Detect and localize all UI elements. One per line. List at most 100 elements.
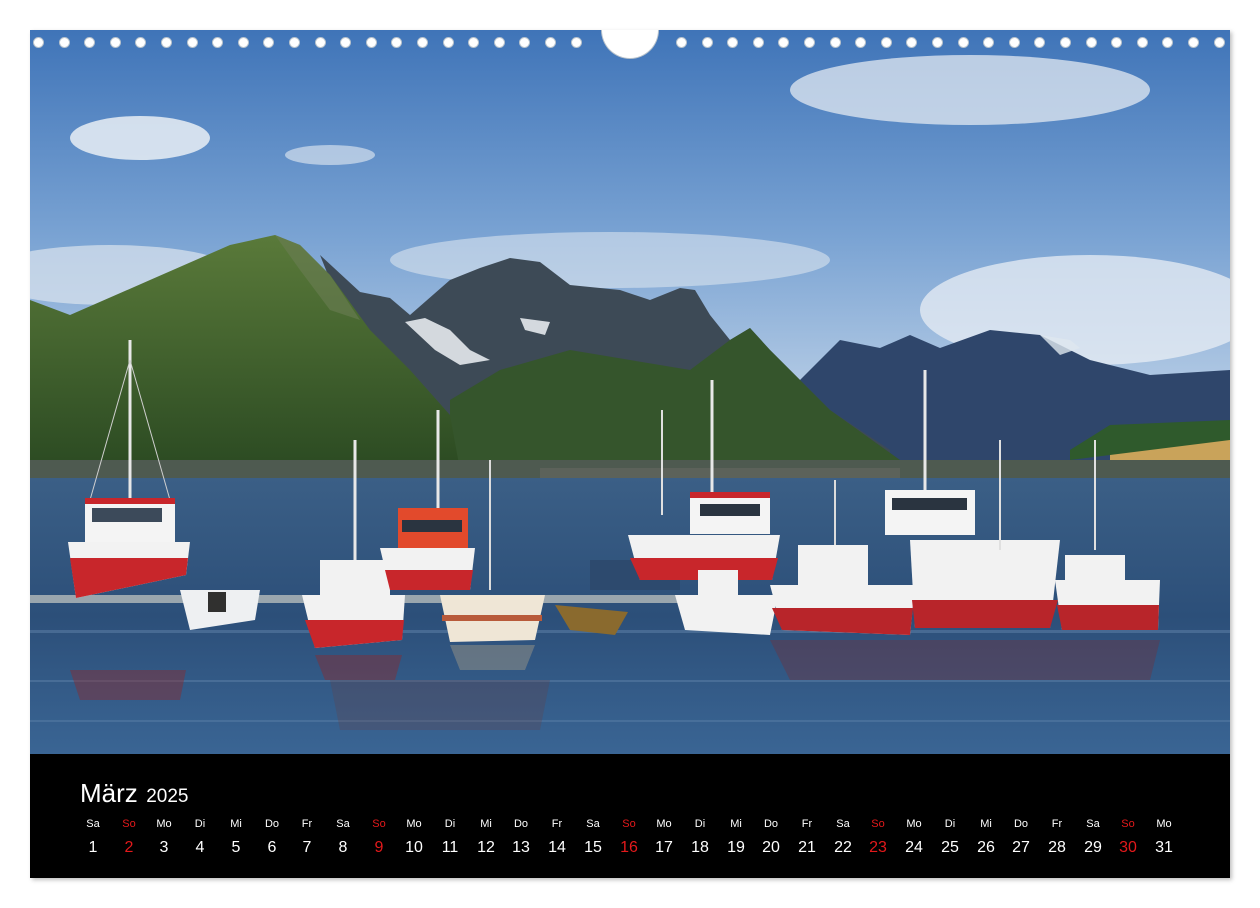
weekday-label: Mi — [230, 818, 242, 830]
binding-hole — [545, 37, 556, 48]
binding-hole — [263, 37, 275, 48]
binding-hole — [880, 37, 892, 48]
date-number: 11 — [441, 839, 459, 856]
binding-hole — [442, 37, 454, 48]
date-number: 13 — [512, 839, 530, 856]
binding-hole — [1085, 37, 1097, 48]
binding-hole — [417, 37, 428, 48]
binding-hole — [391, 37, 403, 48]
date-number: 1 — [88, 839, 98, 856]
weekday-label: So — [871, 818, 885, 830]
binding-hole — [1213, 37, 1225, 48]
date-number: 26 — [977, 839, 995, 856]
date-number: 3 — [159, 839, 169, 856]
binding-hole — [135, 37, 147, 48]
binding-hole — [33, 37, 44, 48]
binding-hole — [1136, 37, 1148, 48]
binding-hole — [1034, 37, 1046, 48]
date-number: 6 — [267, 839, 277, 856]
weekday-label: Sa — [86, 818, 100, 830]
date-number: 23 — [869, 839, 887, 856]
binding-hole — [314, 37, 326, 48]
binding-hole — [1060, 37, 1071, 48]
weekday-label: Fr — [301, 818, 313, 830]
date-number: 19 — [727, 839, 745, 856]
weekday-label: Fr — [1051, 818, 1063, 830]
weekday-label: Do — [1013, 818, 1029, 830]
binding-hole — [493, 37, 505, 48]
date-number: 21 — [798, 839, 816, 856]
binding-hole — [701, 37, 713, 48]
binding-hole — [829, 37, 841, 48]
weekday-label: So — [372, 818, 386, 830]
binding-hole — [906, 37, 918, 48]
binding-hole — [186, 37, 198, 48]
weekday-label: Mi — [730, 818, 742, 830]
weekday-label: Di — [444, 818, 456, 830]
weekday-label: Di — [194, 818, 206, 830]
date-number: 18 — [691, 839, 709, 856]
binding-hole — [804, 37, 815, 48]
binding-hole — [519, 37, 531, 48]
date-number: 25 — [941, 839, 959, 856]
binding-hole — [570, 37, 582, 48]
weekday-label: Sa — [336, 818, 350, 830]
calendar-page: März 2025 Sa So Mo Di Mi Do Fr Sa So Mo Di Mi Do Fr Sa… — [30, 30, 1230, 878]
weekday-row: Sa So Mo Di Mi Do Fr Sa So Mo Di Mi Do Fr Sa So Mo Di Mi Do… — [30, 818, 1230, 838]
binding-hole — [855, 37, 867, 48]
binding-hole — [1111, 37, 1123, 48]
date-number: 29 — [1084, 839, 1102, 856]
date-number: 9 — [374, 839, 384, 856]
month-title: März 2025 — [80, 778, 189, 809]
date-number: 30 — [1119, 839, 1137, 856]
weekday-label: Mo — [656, 818, 672, 830]
binding-hole — [932, 37, 943, 48]
binding-hole — [212, 37, 224, 48]
binding-hole — [752, 37, 764, 48]
weekday-label: Do — [513, 818, 529, 830]
weekday-label: So — [1121, 818, 1135, 830]
binding-hole — [727, 37, 739, 48]
date-number: 8 — [338, 839, 348, 856]
weekday-label: Mo — [156, 818, 172, 830]
weekday-label: Sa — [836, 818, 850, 830]
weekday-label: So — [122, 818, 136, 830]
binding-hole — [1162, 37, 1174, 48]
date-number: 22 — [834, 839, 852, 856]
binding-hole — [161, 37, 172, 48]
date-number: 10 — [405, 839, 423, 856]
binding-hole — [676, 37, 687, 48]
date-number: 2 — [124, 839, 134, 856]
date-row: 1 2 3 4 5 6 7 8 9 10 11 12 13 14 15 16 17 18 19 20 21 22 23 24 2… — [30, 839, 1230, 859]
binding-hole — [58, 37, 70, 48]
date-number: 14 — [548, 839, 566, 856]
date-number: 27 — [1012, 839, 1030, 856]
date-number: 4 — [195, 839, 205, 856]
binding-hole — [983, 37, 995, 48]
weekday-label: So — [622, 818, 636, 830]
date-number: 16 — [620, 839, 638, 856]
binding-hole — [1008, 37, 1020, 48]
weekday-label: Di — [694, 818, 706, 830]
binding-hole — [365, 37, 377, 48]
weekday-label: Do — [763, 818, 779, 830]
date-number: 7 — [302, 839, 312, 856]
binding-hole — [468, 37, 480, 48]
date-number: 12 — [477, 839, 495, 856]
binding-hole — [289, 37, 300, 48]
date-number: 15 — [584, 839, 602, 856]
weekday-label: Mi — [980, 818, 992, 830]
weekday-label: Sa — [586, 818, 600, 830]
date-number: 20 — [762, 839, 780, 856]
month-year: 2025 — [146, 786, 189, 807]
weekday-label: Sa — [1086, 818, 1100, 830]
date-number: 24 — [905, 839, 923, 856]
date-number: 28 — [1048, 839, 1066, 856]
binding-hole — [237, 37, 249, 48]
binding-hole — [1188, 37, 1199, 48]
weekday-label: Do — [264, 818, 280, 830]
weekday-label: Mo — [1156, 818, 1172, 830]
weekday-label: Mo — [906, 818, 922, 830]
binding-hole — [84, 37, 96, 48]
weekday-label: Fr — [551, 818, 563, 830]
